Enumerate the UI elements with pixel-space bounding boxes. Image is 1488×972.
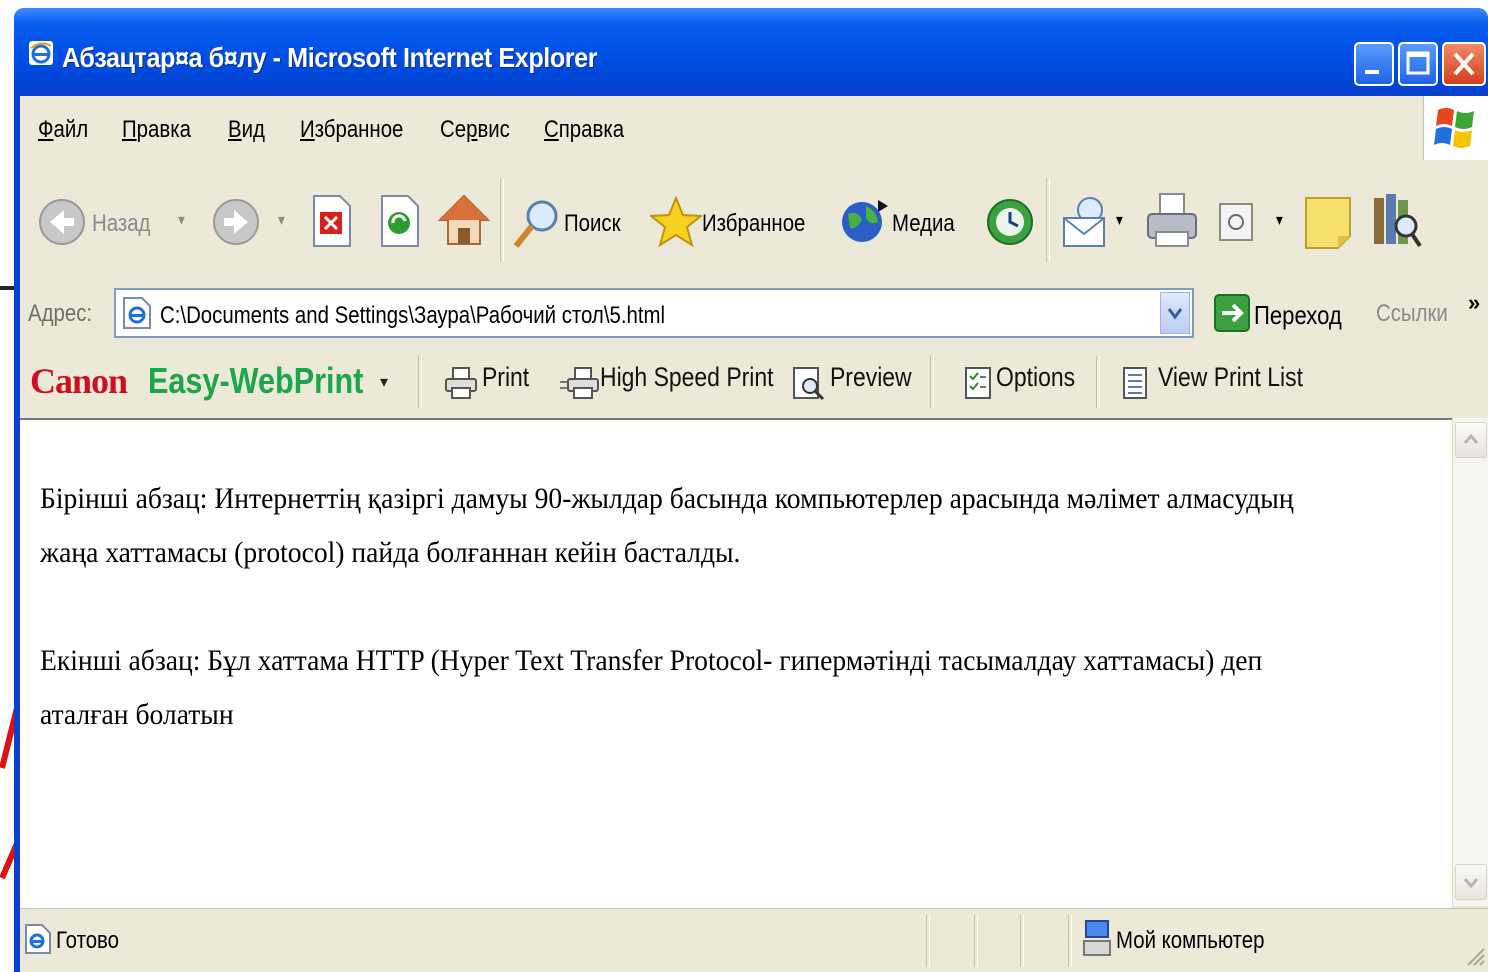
go-button[interactable]: Переход (1210, 288, 1360, 338)
close-button[interactable] (1442, 42, 1486, 86)
scroll-up-button[interactable] (1455, 422, 1487, 458)
mail-dropdown-icon[interactable]: ▾ (1116, 210, 1123, 230)
title-bar[interactable]: Абзацтар¤а б¤лу - Microsoft Internet Exp… (14, 8, 1488, 96)
security-zone-text: Мой компьютер (1116, 927, 1265, 954)
forward-arrow-icon[interactable] (212, 198, 260, 246)
high-speed-printer-icon[interactable] (560, 366, 600, 400)
browser-window: Абзацтар¤а б¤лу - Microsoft Internet Exp… (14, 8, 1488, 972)
edit-page-icon[interactable] (1216, 200, 1256, 244)
toolbar-separator (418, 356, 422, 408)
back-dropdown-icon[interactable]: ▾ (178, 210, 185, 230)
easy-webprint-dropdown-icon[interactable]: ▾ (380, 372, 388, 392)
go-button-label[interactable]: Переход (1254, 300, 1342, 331)
my-computer-icon (1083, 920, 1111, 956)
canon-toolbar: Canon Easy-WebPrint ▾ Print High Speed P… (20, 346, 1488, 420)
options-icon[interactable] (964, 366, 994, 402)
address-input[interactable]: C:\Documents and Settings\Заура\Рабочий … (114, 288, 1194, 338)
menu-help[interactable]: Справка (544, 116, 624, 144)
status-text: Готово (56, 927, 119, 954)
address-bar: Адрес: C:\Documents and Settings\Заура\Р… (20, 280, 1488, 347)
research-icon[interactable] (1370, 190, 1424, 252)
menu-bar: Файл Правка Вид Избранное Сервис Справка (20, 96, 1488, 161)
window-client: Файл Правка Вид Избранное Сервис Справка (20, 96, 1488, 972)
printer-icon[interactable] (444, 366, 478, 400)
toolbar-separator (500, 178, 504, 262)
menu-favorites[interactable]: Избранное (300, 116, 403, 144)
status-bar: Готово Мой компьютер (20, 908, 1488, 972)
minimize-button[interactable] (1354, 42, 1394, 86)
history-icon[interactable] (984, 196, 1036, 248)
paragraph-2: Екінші абзац: Бұл хаттама HTTP (Hyper Te… (40, 644, 1263, 731)
back-arrow-icon[interactable] (38, 198, 86, 246)
status-divider (1068, 915, 1072, 967)
easy-webprint-logo[interactable]: Easy-WebPrint (148, 360, 363, 402)
mail-icon[interactable] (1060, 194, 1116, 250)
chevron-up-icon (1463, 433, 1479, 444)
vertical-scrollbar[interactable] (1452, 418, 1488, 906)
menu-file[interactable]: Файл (38, 116, 88, 144)
links-more-icon[interactable]: » (1468, 290, 1480, 316)
favorites-button-label[interactable]: Избранное (702, 210, 805, 238)
chevron-down-icon (1167, 308, 1183, 320)
view-print-list-label[interactable]: View Print List (1158, 362, 1303, 393)
print-list-icon[interactable] (1120, 366, 1150, 402)
page-icon (123, 297, 151, 329)
page-status-icon (25, 924, 51, 954)
notes-icon[interactable] (1304, 196, 1354, 250)
windows-logo-icon (1423, 96, 1488, 160)
maximize-button[interactable] (1398, 42, 1438, 86)
media-globe-icon[interactable] (838, 196, 890, 248)
media-button-label[interactable]: Медиа (892, 210, 955, 238)
canon-logo: Canon (30, 361, 128, 401)
address-dropdown-button[interactable] (1160, 292, 1190, 334)
go-arrow-icon (1214, 294, 1250, 332)
favorites-star-icon[interactable] (650, 196, 702, 248)
toolbar-separator (1046, 178, 1050, 262)
status-divider (926, 915, 930, 967)
edit-dropdown-icon[interactable]: ▾ (1276, 210, 1283, 230)
links-label[interactable]: Ссылки (1376, 300, 1448, 328)
search-button-label[interactable]: Поиск (564, 210, 621, 238)
print-button-label[interactable]: Print (482, 362, 529, 393)
home-icon[interactable] (438, 192, 490, 248)
stop-icon[interactable] (310, 194, 354, 248)
resize-grip-icon[interactable] (1464, 945, 1486, 967)
preview-button-label[interactable]: Preview (830, 362, 912, 393)
search-icon[interactable] (512, 198, 560, 250)
toolbar-separator (930, 356, 934, 408)
preview-icon[interactable] (792, 366, 826, 402)
menu-tools[interactable]: Сервис (440, 116, 510, 144)
chevron-down-icon (1463, 878, 1479, 889)
forward-dropdown-icon[interactable]: ▾ (278, 210, 285, 230)
toolbar-separator (1096, 356, 1100, 408)
ie-logo-icon (29, 41, 53, 65)
window-title: Абзацтар¤а б¤лу - Microsoft Internet Exp… (62, 42, 598, 73)
page-content: Бірінші абзац: Интернеттің қазіргі дамуы… (20, 418, 1452, 908)
print-icon[interactable] (1144, 192, 1200, 252)
scroll-down-button[interactable] (1455, 864, 1487, 900)
menu-edit[interactable]: Правка (122, 116, 191, 144)
address-label: Адрес: (28, 300, 93, 327)
standard-toolbar: Назад ▾ ▾ Поиск Избранное Медиа ▾ ▾ (20, 160, 1488, 281)
back-button-label[interactable]: Назад (92, 210, 150, 238)
paragraph-1: Бірінші абзац: Интернеттің қазіргі дамуы… (40, 482, 1294, 569)
options-button-label[interactable]: Options (996, 362, 1075, 393)
address-value[interactable]: C:\Documents and Settings\Заура\Рабочий … (160, 302, 665, 330)
menu-view[interactable]: Вид (228, 116, 265, 144)
high-speed-print-label[interactable]: High Speed Print (600, 362, 774, 393)
status-divider (974, 915, 978, 967)
status-divider (1020, 915, 1024, 967)
refresh-icon[interactable] (378, 194, 422, 248)
